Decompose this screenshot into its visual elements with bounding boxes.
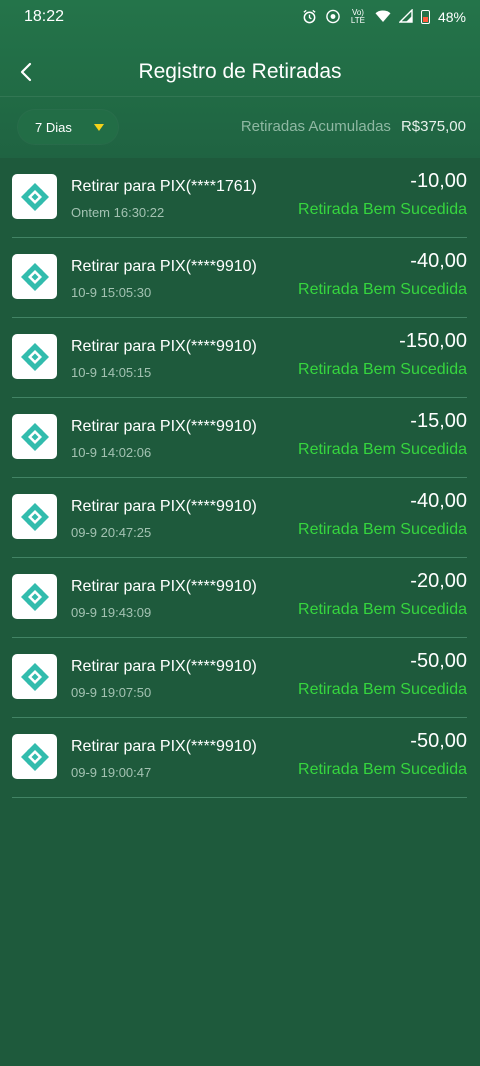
- withdrawal-status: Retirada Bem Sucedida: [298, 681, 467, 698]
- withdrawal-time: 10-9 14:05:15: [71, 365, 152, 380]
- withdrawal-time: 09-9 19:43:09: [71, 605, 152, 620]
- withdrawal-amount: -150,00: [399, 330, 467, 352]
- pix-logo-icon: [12, 734, 57, 779]
- eye-icon: [325, 9, 341, 26]
- pix-logo-icon: [12, 174, 57, 219]
- withdrawal-amount: -20,00: [410, 570, 467, 592]
- pix-logo-icon: [12, 414, 57, 459]
- withdrawal-status: Retirada Bem Sucedida: [298, 601, 467, 618]
- top-app-bar: Registro de Retiradas: [0, 48, 480, 96]
- accumulated-total: Retiradas Acumuladas R$375,00: [241, 118, 466, 135]
- withdrawal-list: Retirar para PIX(****1761) Ontem 16:30:22…: [12, 158, 467, 798]
- pix-logo-icon: [12, 494, 57, 539]
- wifi-icon: [375, 9, 391, 25]
- total-value: R$375,00: [400, 118, 466, 135]
- withdrawal-amount: -50,00: [410, 730, 467, 752]
- list-item[interactable]: Retirar para PIX(****9910) 09-9 19:00:47 -…: [12, 718, 467, 798]
- list-item[interactable]: Retirar para PIX(****9910) 09-9 20:47:25 -…: [12, 478, 467, 558]
- withdrawal-amount: -50,00: [410, 650, 467, 672]
- withdrawal-amount: -10,00: [410, 170, 467, 192]
- list-item[interactable]: Retirar para PIX(****9910) 09-9 19:43:09 -…: [12, 558, 467, 638]
- period-dropdown[interactable]: 7 Dias: [18, 110, 118, 144]
- withdrawal-title: Retirar para PIX(****9910): [71, 258, 257, 275]
- pix-logo-icon: [12, 574, 57, 619]
- withdrawal-title: Retirar para PIX(****9910): [71, 658, 257, 675]
- withdrawal-amount: -15,00: [410, 410, 467, 432]
- withdrawal-time: Ontem 16:30:22: [71, 205, 165, 220]
- withdrawal-title: Retirar para PIX(****9910): [71, 578, 257, 595]
- list-item[interactable]: Retirar para PIX(****9910) 09-9 19:07:50 -…: [12, 638, 467, 718]
- back-button[interactable]: [8, 54, 44, 90]
- withdrawal-title: Retirar para PIX(****9910): [71, 338, 257, 355]
- withdrawal-time: 09-9 19:07:50: [71, 685, 152, 700]
- header-divider: [0, 96, 480, 97]
- list-item[interactable]: Retirar para PIX(****9910) 10-9 15:05:30 -…: [12, 238, 467, 318]
- withdrawal-title: Retirar para PIX(****9910): [71, 498, 257, 515]
- period-label: 7 Dias: [35, 119, 72, 135]
- withdrawal-title: Retirar para PIX(****9910): [71, 418, 257, 435]
- chevron-left-icon: [20, 62, 32, 82]
- pix-logo-icon: [12, 654, 57, 699]
- list-item[interactable]: Retirar para PIX(****1761) Ontem 16:30:22…: [12, 158, 467, 238]
- caret-down-icon: [94, 124, 104, 131]
- list-item[interactable]: Retirar para PIX(****9910) 10-9 14:02:06 -…: [12, 398, 467, 478]
- network-label: Vo) LTE: [350, 8, 365, 25]
- withdrawal-status: Retirada Bem Sucedida: [298, 761, 467, 778]
- status-time: 18:22: [24, 8, 65, 25]
- alarm-icon: [302, 9, 317, 26]
- withdrawal-amount: -40,00: [410, 490, 467, 512]
- list-item[interactable]: Retirar para PIX(****9910) 10-9 14:05:15 -…: [12, 318, 467, 398]
- withdrawal-status: Retirada Bem Sucedida: [298, 361, 467, 378]
- page-title: Registro de Retiradas: [138, 60, 342, 83]
- withdrawal-amount: -40,00: [410, 250, 467, 272]
- withdrawal-time: 09-9 19:00:47: [71, 765, 152, 780]
- pix-logo-icon: [12, 334, 57, 379]
- withdrawal-status: Retirada Bem Sucedida: [298, 201, 467, 218]
- status-icons: Vo) LTE 48%: [302, 8, 466, 26]
- pix-logo-icon: [12, 254, 57, 299]
- withdrawal-time: 10-9 14:02:06: [71, 445, 152, 460]
- withdrawal-time: 09-9 20:47:25: [71, 525, 152, 540]
- withdrawal-status: Retirada Bem Sucedida: [298, 521, 467, 538]
- withdrawal-status: Retirada Bem Sucedida: [298, 441, 467, 458]
- withdrawal-status: Retirada Bem Sucedida: [298, 281, 467, 298]
- battery-percent: 48%: [437, 9, 466, 25]
- withdrawal-title: Retirar para PIX(****9910): [71, 738, 257, 755]
- signal-icon: [398, 8, 413, 25]
- withdrawal-title: Retirar para PIX(****1761): [71, 178, 257, 195]
- filter-row: 7 Dias Retiradas Acumuladas R$375,00: [0, 108, 480, 146]
- total-label: Retiradas Acumuladas: [240, 118, 391, 135]
- status-bar: 18:22 Vo) LTE 48%: [0, 0, 480, 34]
- withdrawal-time: 10-9 15:05:30: [71, 285, 152, 300]
- battery-icon: [420, 10, 430, 24]
